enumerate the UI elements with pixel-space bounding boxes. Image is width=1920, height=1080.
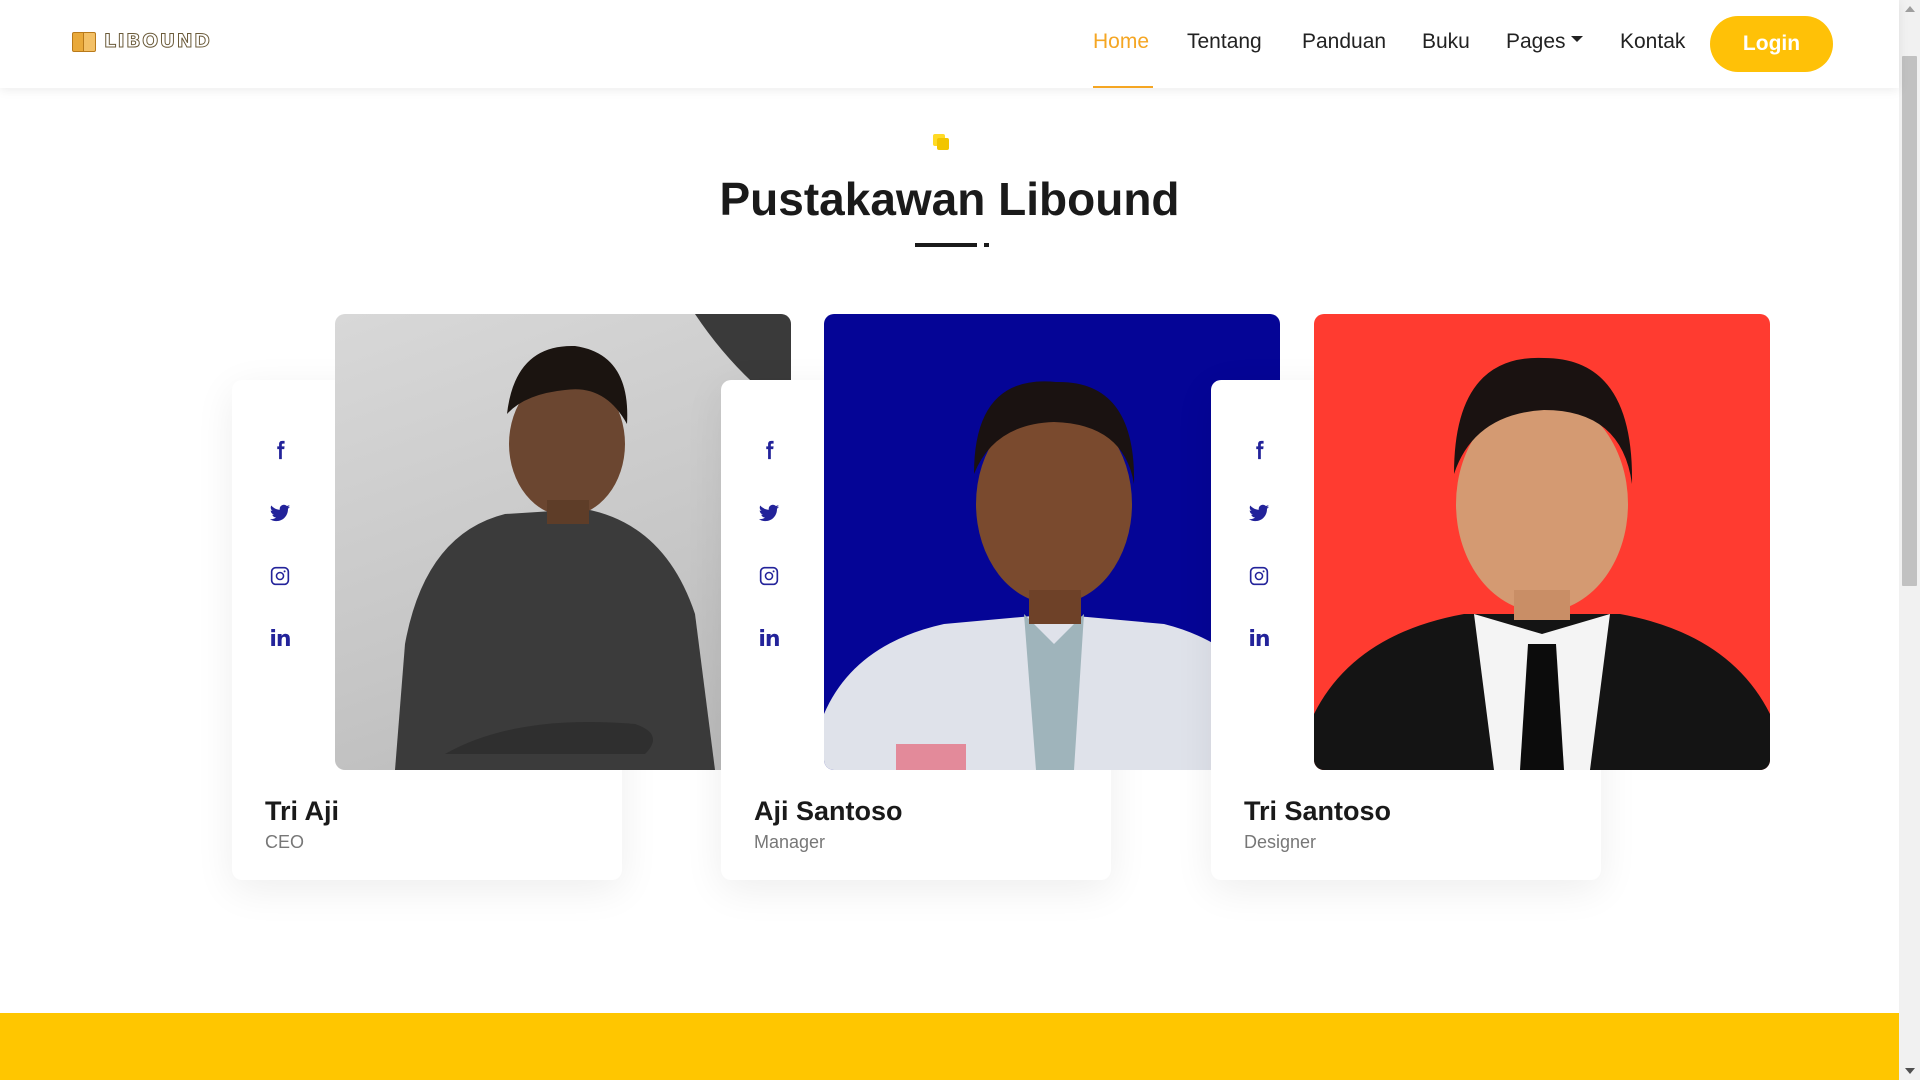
twitter-icon[interactable] (260, 493, 300, 533)
nav-pages-dropdown[interactable]: Pages (1506, 30, 1583, 54)
scroll-up-arrow-icon[interactable] (1905, 6, 1915, 12)
member-role: CEO (265, 832, 305, 852)
member-name: Tri Santoso (1244, 796, 1392, 826)
page-scrollbar[interactable] (1899, 0, 1920, 1080)
social-links: in (260, 430, 300, 682)
title-underline-dot (984, 243, 989, 247)
facebook-icon[interactable] (1239, 430, 1279, 470)
brand-logo[interactable]: LIBOUND (72, 30, 212, 53)
member-photo (1314, 314, 1770, 770)
nav-home[interactable]: Home (1093, 30, 1149, 54)
login-button[interactable]: Login (1710, 16, 1833, 72)
instagram-icon[interactable] (260, 556, 300, 596)
book-icon (72, 31, 96, 52)
nav-kontak[interactable]: Kontak (1620, 30, 1685, 54)
scroll-down-arrow-icon[interactable] (1905, 1068, 1915, 1074)
facebook-icon[interactable] (260, 430, 300, 470)
team-card: in Tri Santoso Designer (1211, 314, 1770, 880)
title-underline (915, 243, 977, 247)
instagram-icon[interactable] (1239, 556, 1279, 596)
linkedin-icon[interactable]: in (749, 619, 789, 659)
member-role: Designer (1244, 832, 1317, 852)
member-name: Tri Aji (265, 796, 340, 826)
twitter-icon[interactable] (749, 493, 789, 533)
team-card: in Tri Aji CEO (232, 314, 791, 880)
linkedin-icon[interactable]: in (260, 619, 300, 659)
member-name: Aji Santoso (754, 796, 903, 826)
social-links: in (749, 430, 789, 682)
footer-band (0, 1013, 1899, 1080)
nav-buku[interactable]: Buku (1422, 30, 1470, 54)
social-links: in (1239, 430, 1279, 682)
team-card: in Aji Santoso Manager (721, 314, 1280, 880)
brand-name: LIBOUND (103, 30, 212, 53)
nav-pages-label: Pages (1506, 30, 1566, 53)
nav-active-indicator (1093, 86, 1153, 88)
section-title: Pustakawan Libound (719, 173, 1180, 225)
linkedin-icon[interactable]: in (1239, 619, 1279, 659)
navbar: LIBOUND Home Tentang Panduan Buku Pages … (0, 0, 1899, 88)
facebook-icon[interactable] (749, 430, 789, 470)
scroll-thumb[interactable] (1902, 56, 1917, 586)
section-squares-icon (933, 134, 949, 150)
nav-tentang[interactable]: Tentang (1187, 30, 1262, 54)
member-role: Manager (754, 832, 826, 852)
caret-down-icon (1570, 36, 1583, 43)
nav-panduan[interactable]: Panduan (1302, 30, 1386, 54)
instagram-icon[interactable] (749, 556, 789, 596)
twitter-icon[interactable] (1239, 493, 1279, 533)
